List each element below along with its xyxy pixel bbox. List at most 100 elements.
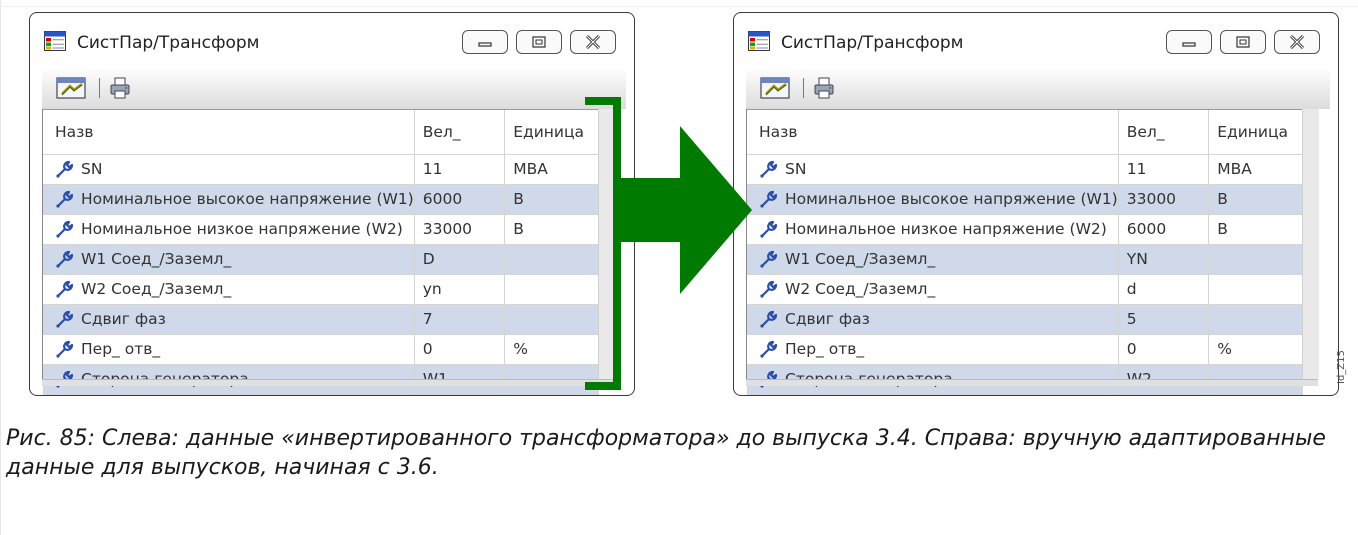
window-title: СистПар/Трансформ [77, 33, 260, 53]
wrench-icon [56, 250, 74, 268]
param-unit: % [1217, 340, 1232, 358]
table-row[interactable]: Сдвиг фаз 5 [747, 304, 1303, 335]
param-unit: В [1217, 220, 1228, 238]
horizontal-scrollbar[interactable] [42, 379, 614, 386]
param-name: Номинальное низкое напряжение (W2) [81, 220, 403, 238]
wrench-icon [760, 220, 778, 238]
parameter-table: Назв Вел_ Единица SN 11 MBA Номинальное … [43, 110, 599, 395]
param-name: Сдвиг фаз [81, 310, 166, 328]
minimize-button[interactable] [1166, 30, 1212, 54]
window-titlebar: СистПар/Трансформ [734, 13, 1338, 71]
table-row[interactable]: Номинальное низкое напряжение (W2) 6000 … [747, 214, 1303, 245]
param-unit: В [513, 220, 524, 238]
window-titlebar: СистПар/Трансформ [30, 13, 634, 71]
table-header-row: Назв Вел_ Единица [43, 110, 599, 155]
param-value[interactable]: 6000 [415, 190, 504, 208]
table-row[interactable]: Пер_ отв_ 0 % [747, 334, 1303, 365]
column-header-unit[interactable]: Единица [1209, 123, 1301, 141]
maximize-button[interactable] [516, 30, 562, 54]
param-name: W2 Соед_/Заземл_ [785, 280, 936, 298]
param-name: Сдвиг фаз [785, 310, 870, 328]
minimize-icon [478, 42, 492, 47]
table-row[interactable]: W2 Соед_/Заземл_ d [747, 274, 1303, 305]
table-row[interactable]: SN 11 MBA [747, 154, 1303, 185]
param-name: W1 Соед_/Заземл_ [785, 250, 936, 268]
table-row[interactable]: Сдвиг фаз 7 [43, 304, 599, 335]
param-name: W2 Соед_/Заземл_ [81, 280, 232, 298]
param-value[interactable]: 7 [415, 310, 504, 328]
param-unit: В [1217, 190, 1228, 208]
figure-caption: Рис. 85: Слева: данные «инвертированного… [6, 426, 1326, 480]
horizontal-scrollbar[interactable] [746, 379, 1318, 386]
wrench-icon [56, 340, 74, 358]
green-arrow-icon [616, 126, 752, 294]
parameter-table-icon [748, 31, 770, 51]
column-header-name[interactable]: Назв [747, 123, 1117, 141]
table-row[interactable]: W2 Соед_/Заземл_ yn [43, 274, 599, 305]
bracket-bottom-bar [585, 382, 621, 390]
maximize-icon [1236, 36, 1250, 48]
wrench-icon [56, 220, 74, 238]
param-unit: % [513, 340, 528, 358]
wrench-icon [760, 160, 778, 178]
column-header-name[interactable]: Назв [43, 123, 413, 141]
param-value[interactable]: 0 [415, 340, 504, 358]
minimize-icon [1182, 42, 1196, 47]
param-value[interactable]: yn [415, 280, 504, 298]
param-value[interactable]: 6000 [1119, 220, 1208, 238]
close-icon [585, 35, 601, 49]
print-icon[interactable] [812, 76, 836, 100]
wrench-icon [56, 280, 74, 298]
param-name: SN [785, 160, 807, 178]
param-value[interactable]: 11 [415, 160, 504, 178]
window-title: СистПар/Трансформ [781, 33, 964, 53]
page-top-rule [0, 6, 1358, 7]
param-value[interactable]: 33000 [415, 220, 504, 238]
param-value[interactable]: 11 [1119, 160, 1208, 178]
minimize-button[interactable] [462, 30, 508, 54]
param-value[interactable]: 0 [1119, 340, 1208, 358]
param-value[interactable]: 33000 [1119, 190, 1208, 208]
param-name: Пер_ отв_ [785, 340, 865, 358]
table-row[interactable]: Пер_ отв_ 0 % [43, 334, 599, 365]
parameter-set-icon[interactable] [56, 76, 88, 100]
window-toolbar [42, 67, 626, 109]
figure-id-label: Id_Z15 [1336, 350, 1347, 384]
param-value[interactable]: YN [1119, 250, 1208, 268]
wrench-icon [760, 310, 778, 328]
column-header-value[interactable]: Вел_ [415, 123, 504, 141]
param-name: Номинальное высокое напряжение (W1) [785, 190, 1118, 208]
param-name: W1 Соед_/Заземл_ [81, 250, 232, 268]
page-margin-rule [0, 0, 1, 535]
table-row[interactable]: W1 Соед_/Заземл_ YN [747, 244, 1303, 275]
close-button[interactable] [1274, 30, 1320, 54]
print-icon[interactable] [108, 76, 132, 100]
wrench-icon [56, 310, 74, 328]
table-row[interactable]: W1 Соед_/Заземл_ D [43, 244, 599, 275]
param-value[interactable]: D [415, 250, 504, 268]
close-button[interactable] [570, 30, 616, 54]
parameter-grid: Назв Вел_ Единица SN 11 MBA Номинальное … [42, 109, 599, 395]
param-name: Номинальное высокое напряжение (W1) [81, 190, 414, 208]
toolbar-separator [803, 78, 804, 98]
table-row[interactable]: Номинальное низкое напряжение (W2) 33000… [43, 214, 599, 245]
window-toolbar [746, 67, 1330, 109]
param-value[interactable]: 5 [1119, 310, 1208, 328]
wrench-icon [760, 340, 778, 358]
param-unit: MBA [513, 160, 548, 178]
table-row[interactable]: Номинальное высокое напряжение (W1) 6000… [43, 184, 599, 215]
wrench-icon [760, 190, 778, 208]
column-header-value[interactable]: Вел_ [1119, 123, 1208, 141]
vertical-scrollbar[interactable] [1302, 109, 1319, 379]
table-row[interactable]: SN 11 MBA [43, 154, 599, 185]
maximize-button[interactable] [1220, 30, 1266, 54]
wrench-icon [760, 250, 778, 268]
table-row[interactable]: Номинальное высокое напряжение (W1) 3300… [747, 184, 1303, 215]
left-parameter-window: СистПар/Трансформ Назв Вел_ Единица SN 1… [29, 12, 635, 396]
param-unit: В [513, 190, 524, 208]
close-icon [1289, 35, 1305, 49]
column-header-unit[interactable]: Единица [505, 123, 597, 141]
parameter-table: Назв Вел_ Единица SN 11 MBA Номинальное … [747, 110, 1303, 395]
param-value[interactable]: d [1119, 280, 1208, 298]
parameter-set-icon[interactable] [760, 76, 792, 100]
